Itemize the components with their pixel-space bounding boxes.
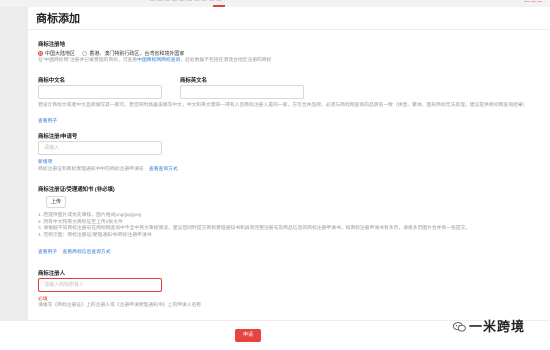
cert-note: 3. 请根据不同商标注册号在商标网查询中不全中英文审核情况，建议您同时提交商标受… bbox=[38, 226, 471, 231]
region-option-mainland[interactable]: 中国大陆地区 bbox=[38, 50, 75, 57]
registrant-hint: 请填写《商标注册证》上的注册人或《注册申请受理通知书》上的申请人名称 bbox=[38, 303, 202, 308]
cert-label: 商标注册证/受理通知书 (非必填) bbox=[38, 187, 115, 193]
watermark: 一米跨境 bbox=[453, 316, 525, 336]
region-label: 商标注册地 bbox=[38, 42, 65, 48]
cert-note: 4. 范例示图：商标注册证/受理通知书/商标注册申请书 bbox=[38, 232, 152, 238]
top-nav-right[interactable]: — — — bbox=[524, 0, 542, 5]
name-hint: 若设计商标文或者中文品牌填写其一即可。若您同时具备该填写中文，中文和英文需同一持… bbox=[38, 103, 528, 108]
cert-notes: 1. 若提供图片或优先审核，图片格式png/jpg/jpeg 2. 持有中文和英… bbox=[38, 213, 543, 239]
top-nav-items[interactable]: — — — — — — — — — — bbox=[150, 0, 222, 4]
name-en-label: 商标英文名 bbox=[180, 78, 207, 84]
name-en-input[interactable] bbox=[180, 85, 304, 99]
radio-checked-icon bbox=[38, 51, 43, 56]
wechat-icon bbox=[453, 322, 466, 332]
trademark-search-link[interactable]: 中国商标网商标查询 bbox=[137, 58, 180, 63]
region-option-label: 中国大陆地区 bbox=[45, 51, 76, 57]
title-divider bbox=[28, 29, 550, 30]
region-option-overseas[interactable]: 香港、澳门特别行政区、台湾省和境外国家 bbox=[82, 50, 184, 57]
reg-no-hint: 商标注册证和商标受理通知书中的商标注册申请号 查看查询方式 bbox=[38, 167, 178, 172]
name-cn-input[interactable] bbox=[38, 85, 162, 99]
region-option-label: 香港、澳门特别行政区、台湾省和境外国家 bbox=[89, 51, 185, 57]
registrant-required-error: 必填 bbox=[38, 297, 48, 302]
name-cn-label: 商标中文名 bbox=[38, 78, 65, 84]
region-radio-group: 中国大陆地区 香港、澳门特别行政区、台湾省和境外国家 bbox=[38, 50, 190, 57]
registrant-input[interactable]: 请输入商标所有人 bbox=[38, 278, 162, 292]
trademark-form-card: 商标添加 商标注册地 中国大陆地区 香港、澳门特别行政区、台湾省和境外国家 在“… bbox=[28, 7, 550, 320]
reg-no-input[interactable]: 请输入 bbox=[38, 141, 162, 155]
page-title: 商标添加 bbox=[36, 13, 80, 25]
region-hint: 在“中国商标网”注册并已被受理的商标，可查看中国商标网商标查询，此处数据不包括在… bbox=[38, 58, 272, 63]
top-nav: — — — — — — — — — — — — — bbox=[0, 0, 550, 7]
name-example-link[interactable]: 查看例子 bbox=[38, 117, 57, 124]
reg-no-query-link[interactable]: 查看查询方式 bbox=[149, 167, 178, 172]
watermark-text: 一米跨境 bbox=[469, 319, 526, 334]
reg-no-label: 商标注册/申请号 bbox=[38, 134, 78, 140]
radio-unchecked-icon bbox=[82, 51, 88, 56]
submit-button[interactable]: 申请 bbox=[235, 329, 261, 342]
upload-button[interactable]: 上传 bbox=[46, 196, 66, 208]
cert-example-link[interactable]: 查看例子 bbox=[38, 250, 57, 255]
registrant-label: 商标注册人 bbox=[38, 271, 65, 277]
cert-query-link[interactable]: 查看商标信息查询方式 bbox=[63, 250, 111, 255]
cert-links: 查看例子 查看商标信息查询方式 bbox=[38, 250, 111, 257]
add-reg-no-link[interactable]: 新增项 bbox=[38, 158, 52, 165]
